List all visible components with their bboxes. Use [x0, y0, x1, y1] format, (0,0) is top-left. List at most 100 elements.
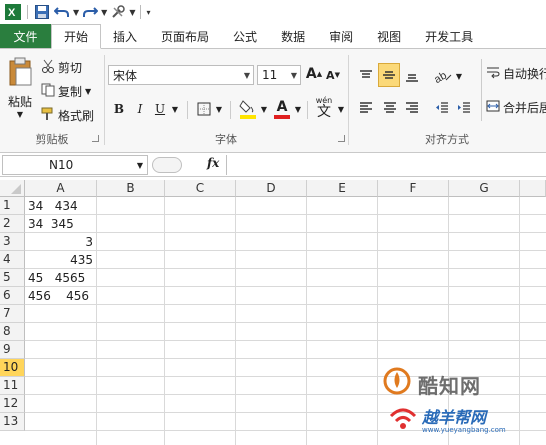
cell-a5[interactable]: 45 4565 — [25, 269, 96, 287]
formula-input[interactable] — [226, 155, 546, 175]
tab-home[interactable]: 开始 — [51, 24, 102, 49]
row-header-11[interactable]: 11 — [0, 377, 25, 395]
font-name-field[interactable]: 宋体 ▼ — [108, 65, 254, 85]
insert-function-button[interactable]: fx — [207, 156, 219, 170]
save-icon[interactable] — [33, 3, 51, 21]
redo-icon[interactable] — [81, 3, 99, 21]
row-header-12[interactable]: 12 — [0, 395, 25, 413]
gridline — [25, 214, 546, 215]
copy-icon — [41, 83, 55, 100]
gridline — [25, 232, 546, 233]
svg-text:ab: ab — [434, 70, 449, 83]
merge-center-button[interactable]: 合并后居 — [486, 99, 546, 116]
font-name-dropdown-icon[interactable]: ▼ — [244, 71, 250, 80]
row-header-7[interactable]: 7 — [0, 305, 25, 323]
orientation-icon[interactable]: ab — [432, 65, 454, 87]
select-all-button[interactable] — [0, 180, 25, 197]
shrink-font-button[interactable]: A ▼ — [325, 66, 341, 84]
undo-dropdown-icon[interactable]: ▼ — [73, 8, 79, 17]
align-top-icon[interactable] — [356, 65, 376, 87]
cut-button[interactable]: 剪切 — [41, 59, 82, 76]
formula-expand-handle[interactable] — [152, 157, 182, 173]
tab-page-layout[interactable]: 页面布局 — [149, 24, 221, 48]
row-header-13[interactable]: 13 — [0, 413, 25, 431]
column-header-g[interactable]: G — [449, 180, 520, 197]
align-center-icon[interactable] — [380, 97, 400, 119]
italic-button[interactable]: I — [132, 99, 148, 119]
font-divider — [307, 101, 308, 119]
gridline — [25, 304, 546, 305]
tools-icon[interactable] — [109, 3, 127, 21]
underline-button[interactable]: U — [152, 99, 168, 119]
column-header-c[interactable]: C — [165, 180, 236, 197]
font-size-dropdown-icon[interactable]: ▼ — [291, 71, 297, 80]
increase-indent-icon[interactable] — [454, 97, 474, 119]
underline-dropdown-icon[interactable]: ▼ — [170, 99, 180, 119]
row-header-3[interactable]: 3 — [0, 233, 25, 251]
format-painter-button[interactable]: 格式刷 — [41, 107, 94, 124]
name-box[interactable]: N10 ▼ — [2, 155, 148, 175]
tools-dropdown-icon[interactable]: ▼ — [129, 8, 135, 17]
paste-dropdown-icon[interactable]: ▼ — [8, 109, 32, 119]
tab-formulas[interactable]: 公式 — [221, 24, 269, 48]
wrap-text-button[interactable]: 自动换行 — [486, 65, 546, 82]
column-header-f[interactable]: F — [378, 180, 449, 197]
tab-insert[interactable]: 插入 — [101, 24, 149, 48]
borders-icon[interactable] — [195, 99, 213, 119]
tab-file[interactable]: 文件 — [0, 24, 51, 48]
scissors-icon — [41, 59, 55, 76]
row-header-6[interactable]: 6 — [0, 287, 25, 305]
tab-view[interactable]: 视图 — [365, 24, 413, 48]
customize-qat-icon[interactable]: ▾ — [146, 8, 150, 17]
row-header-9[interactable]: 9 — [0, 341, 25, 359]
align-middle-icon[interactable] — [378, 63, 400, 87]
cell-a4[interactable]: 435 — [25, 251, 96, 269]
font-size-field[interactable]: 11 ▼ — [257, 65, 301, 85]
name-box-dropdown-icon[interactable]: ▼ — [137, 161, 143, 170]
font-color-dropdown-icon[interactable]: ▼ — [293, 99, 303, 119]
font-dialog-launcher-icon[interactable] — [338, 135, 345, 142]
align-right-icon[interactable] — [402, 97, 422, 119]
borders-dropdown-icon[interactable]: ▼ — [214, 99, 224, 119]
column-header-d[interactable]: D — [236, 180, 307, 197]
cell-a1[interactable]: 34 434 — [25, 197, 96, 215]
tab-developer[interactable]: 开发工具 — [413, 24, 485, 48]
gridline — [377, 197, 378, 445]
copy-button[interactable]: 复制 ▼ — [41, 83, 91, 100]
fill-color-dropdown-icon[interactable]: ▼ — [259, 99, 269, 119]
orientation-dropdown-icon[interactable]: ▼ — [454, 65, 464, 87]
cell-a2[interactable]: 34 345 — [25, 215, 96, 233]
tab-data[interactable]: 数据 — [269, 24, 317, 48]
align-bottom-icon[interactable] — [402, 65, 422, 87]
clipboard-dialog-launcher-icon[interactable] — [92, 135, 99, 142]
copy-dropdown-icon[interactable]: ▼ — [85, 87, 91, 96]
row-header-10[interactable]: 10 — [0, 359, 25, 377]
decrease-indent-icon[interactable] — [432, 97, 452, 119]
fill-color-icon[interactable] — [238, 97, 258, 121]
column-header-b[interactable]: B — [97, 180, 165, 197]
row-header-2[interactable]: 2 — [0, 215, 25, 233]
column-header-e[interactable]: E — [307, 180, 378, 197]
row-header-8[interactable]: 8 — [0, 323, 25, 341]
bold-button[interactable]: B — [110, 99, 128, 119]
excel-logo-icon[interactable]: X — [4, 3, 22, 21]
row-header-5[interactable]: 5 — [0, 269, 25, 287]
watermark-brand: 酷知网 — [418, 374, 481, 398]
row-header-4[interactable]: 4 — [0, 251, 25, 269]
row-header-1[interactable]: 1 — [0, 197, 25, 215]
font-color-button[interactable]: A — [272, 97, 292, 121]
column-header-h[interactable] — [520, 180, 546, 197]
tab-review[interactable]: 审阅 — [317, 24, 365, 48]
align-left-icon[interactable] — [356, 97, 376, 119]
redo-dropdown-icon[interactable]: ▼ — [101, 8, 107, 17]
cell-a6[interactable]: 456 456 — [25, 287, 96, 305]
phonetic-guide-button[interactable]: wén 文 — [312, 95, 336, 121]
paste-icon[interactable] — [4, 55, 36, 89]
font-divider — [187, 101, 188, 119]
grow-font-button[interactable]: A ▲ — [305, 64, 323, 84]
undo-icon[interactable] — [53, 3, 71, 21]
paste-button[interactable]: 粘贴 — [2, 93, 38, 109]
column-header-a[interactable]: A — [25, 180, 97, 197]
cell-a3[interactable]: 3 — [25, 233, 96, 251]
phonetic-dropdown-icon[interactable]: ▼ — [336, 99, 346, 119]
